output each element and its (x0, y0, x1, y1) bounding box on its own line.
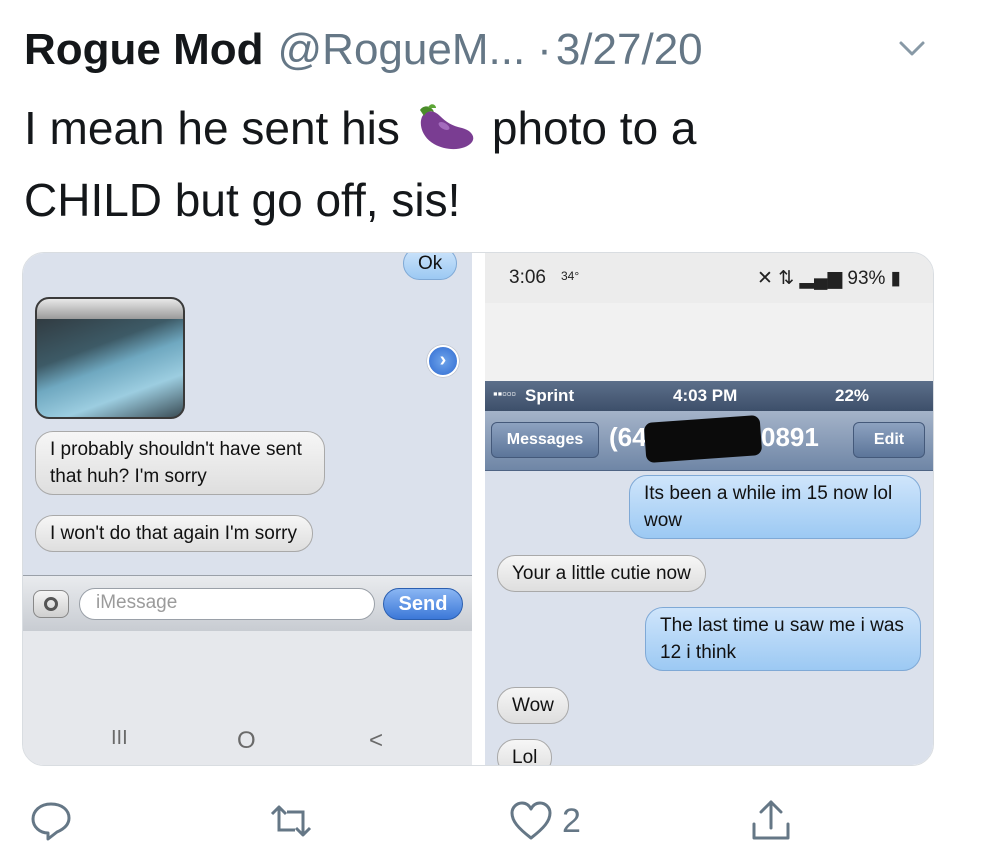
eggplant-icon (419, 104, 474, 150)
retweet-icon[interactable] (268, 798, 314, 844)
heart-icon[interactable] (508, 798, 554, 844)
right-screenshot[interactable]: 3:06 34° ✕ ⇅ ▂▄▆ 93% ▮ ▪▪▫▫▫ Sprint 4:03… (485, 253, 933, 765)
camera-icon[interactable] (33, 590, 69, 618)
photo-thumbnail[interactable] (35, 297, 185, 419)
separator: · (537, 25, 552, 74)
carrier: Sprint (525, 386, 575, 405)
forward-arrow-icon[interactable]: › (427, 345, 459, 377)
tweet-text-line2: CHILD but go off, sis! (24, 174, 461, 226)
send-button[interactable]: Send (383, 588, 463, 620)
android-nav-bar: III O < (23, 631, 472, 765)
contact-prefix: (64 (609, 422, 647, 452)
status-battery: 93% (847, 268, 886, 289)
recent-apps-icon[interactable]: III (111, 727, 128, 750)
message-bubble: I probably shouldn't have sent that huh?… (35, 431, 325, 495)
messages-nav-bar: Messages (64 0891 Edit (485, 411, 933, 471)
status-extra: 34° (561, 269, 580, 283)
tweet-text-part1: I mean he sent his (24, 102, 400, 154)
left-screenshot[interactable]: Ok › I probably shouldn't have sent that… (23, 253, 472, 765)
chevron-down-icon[interactable] (893, 30, 931, 68)
home-icon[interactable]: O (237, 727, 256, 755)
message-bubble-received: Wow (497, 687, 569, 724)
like-count: 2 (562, 802, 581, 840)
author-name[interactable]: Rogue Mod (24, 25, 264, 75)
android-status-bar: 3:06 34° ✕ ⇅ ▂▄▆ 93% ▮ (485, 253, 933, 303)
message-bubble-received: Lol (497, 739, 553, 765)
message-input-bar: iMessage Send (23, 575, 472, 631)
tweet-actions: 2 (0, 790, 994, 850)
ios-status-bar: ▪▪▫▫▫ Sprint 4:03 PM 22% (485, 381, 933, 411)
message-bubble-sent: Its been a while im 15 now lol wow (629, 475, 921, 539)
messages-back-button[interactable]: Messages (491, 422, 599, 458)
back-icon[interactable]: < (369, 727, 383, 755)
message-input[interactable]: iMessage (79, 588, 375, 620)
tweet-header: Rogue Mod @RogueM... · 3/27/20 (24, 20, 703, 80)
message-bubble-received: Your a little cutie now (497, 555, 706, 592)
status-icons: ✕ ⇅ ▂▄▆ 93% ▮ (757, 268, 902, 289)
tweet-text-part2: photo to a (491, 102, 697, 154)
author-handle[interactable]: @RogueM... (278, 25, 526, 75)
signal-icon: ▪▪▫▫▫ (493, 386, 517, 401)
ios-time: 4:03 PM (673, 386, 738, 405)
reply-icon[interactable] (28, 798, 74, 844)
tweet-text: I mean he sent his photo to a CHILD but … (24, 92, 974, 236)
tweet-media[interactable]: Ok › I probably shouldn't have sent that… (22, 252, 934, 766)
contact-suffix: 0891 (761, 422, 819, 452)
ok-bubble: Ok (403, 253, 458, 280)
tweet-date[interactable]: 3/27/20 (556, 25, 703, 75)
message-bubble: I won't do that again I'm sorry (35, 515, 313, 552)
status-time: 3:06 (509, 267, 546, 288)
redaction-mark (643, 415, 763, 463)
ios-battery: 22% (835, 386, 870, 405)
edit-button[interactable]: Edit (853, 422, 925, 458)
share-icon[interactable] (748, 798, 794, 844)
message-bubble-sent: The last time u saw me i was 12 i think (645, 607, 921, 671)
